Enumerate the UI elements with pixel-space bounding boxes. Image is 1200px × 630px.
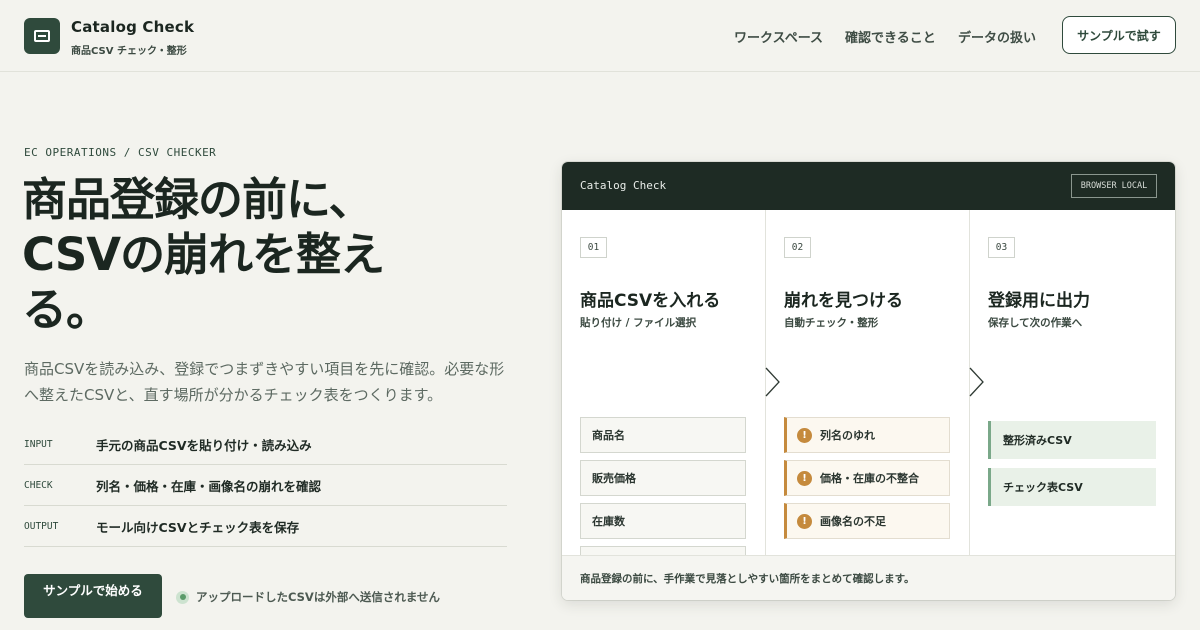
column-check: 02 崩れを見つける 自動チェック・整形 ! 列名のゆれ ! 価格・在庫の不整合…: [766, 210, 970, 555]
step-text: 手元の商品CSVを貼り付け・読み込み: [96, 437, 312, 453]
column-output: 03 登録用に出力 保存して次の作業へ 整形済みCSV チェック表CSV: [970, 210, 1175, 555]
hero-title-line: る。: [22, 283, 111, 336]
privacy-note: アップロードしたCSVは外部へ送信されません: [176, 589, 440, 605]
process-step-output: OUTPUT モール向けCSVとチェック表を保存: [24, 506, 507, 547]
csv-field-item: 商品名: [580, 417, 746, 453]
hero-title-line: CSVの崩れを整え: [22, 228, 385, 281]
brand-subtitle: 商品CSV チェック・整形: [71, 46, 187, 57]
process-step-input: INPUT 手元の商品CSVを貼り付け・読み込み: [24, 424, 507, 465]
brand-name[interactable]: Catalog Check: [71, 18, 194, 36]
try-sample-button[interactable]: サンプルで試す: [1062, 16, 1176, 54]
process-steps: INPUT 手元の商品CSVを貼り付け・読み込み CHECK 列名・価格・在庫・…: [24, 424, 507, 547]
csv-field-item: 販売価格: [580, 460, 746, 496]
warning-icon: !: [797, 470, 812, 486]
column-title: 商品CSVを入れる: [580, 291, 721, 311]
browser-local-badge: BROWSER LOCAL: [1071, 174, 1157, 198]
chevron-right-icon: [969, 367, 984, 397]
eyebrow: EC OPERATIONS / CSV CHECKER: [24, 146, 217, 159]
issue-label: 列名のゆれ: [820, 429, 875, 442]
hero-title: 商品登録の前に、 CSVの崩れを整え る。: [22, 172, 452, 337]
output-item: 整形済みCSV: [988, 421, 1156, 459]
card-header: Catalog Check BROWSER LOCAL: [562, 162, 1175, 210]
preview-card: Catalog Check BROWSER LOCAL 01 商品CSVを入れる…: [562, 162, 1175, 600]
issue-item: ! 列名のゆれ: [784, 417, 950, 453]
output-item: チェック表CSV: [988, 468, 1156, 506]
step-number: 02: [784, 237, 811, 258]
privacy-note-text: アップロードしたCSVは外部へ送信されません: [196, 590, 440, 604]
step-text: 列名・価格・在庫・画像名の崩れを確認: [96, 478, 322, 494]
card-footer: 商品登録の前に、手作業で見落としやすい箇所をまとめて確認します。: [562, 555, 1175, 600]
column-subtitle: 保存して次の作業へ: [988, 317, 1083, 329]
start-sample-button[interactable]: サンプルで始める: [24, 574, 162, 618]
column-title: 崩れを見つける: [784, 291, 903, 311]
logo-icon[interactable]: [24, 18, 60, 54]
csv-field-item: 在庫数: [580, 503, 746, 539]
issue-item: ! 画像名の不足: [784, 503, 950, 539]
process-step-check: CHECK 列名・価格・在庫・画像名の崩れを確認: [24, 465, 507, 506]
status-dot-icon: [176, 590, 189, 604]
issue-label: 価格・在庫の不整合: [820, 472, 919, 485]
column-subtitle: 自動チェック・整形: [784, 317, 879, 329]
issue-item: ! 価格・在庫の不整合: [784, 460, 950, 496]
step-number: 01: [580, 237, 607, 258]
column-title: 登録用に出力: [988, 291, 1090, 311]
step-number: 03: [988, 237, 1015, 258]
step-tag: OUTPUT: [24, 520, 59, 532]
step-tag: CHECK: [24, 479, 53, 491]
site-header: Catalog Check 商品CSV チェック・整形 ワークスペース 確認でき…: [0, 0, 1200, 72]
warning-icon: !: [797, 513, 812, 529]
hero-description: 商品CSVを読み込み、登録でつまずきやすい項目を先に確認。必要な形へ整えたCSV…: [24, 360, 505, 404]
hero-title-line: 商品登録の前に、: [22, 173, 374, 226]
nav-data-handling[interactable]: データの扱い: [958, 27, 1036, 46]
issue-label: 画像名の不足: [820, 515, 886, 528]
chevron-right-icon: [765, 367, 780, 397]
step-tag: INPUT: [24, 438, 53, 450]
warning-icon: !: [797, 427, 812, 443]
nav-features[interactable]: 確認できること: [845, 27, 936, 46]
column-subtitle: 貼り付け / ファイル選択: [580, 317, 697, 329]
step-text: モール向けCSVとチェック表を保存: [96, 519, 300, 535]
column-input: 01 商品CSVを入れる 貼り付け / ファイル選択 商品名 販売価格 在庫数 …: [562, 210, 766, 582]
card-title: Catalog Check: [580, 179, 667, 192]
nav-workspace[interactable]: ワークスペース: [734, 27, 823, 46]
